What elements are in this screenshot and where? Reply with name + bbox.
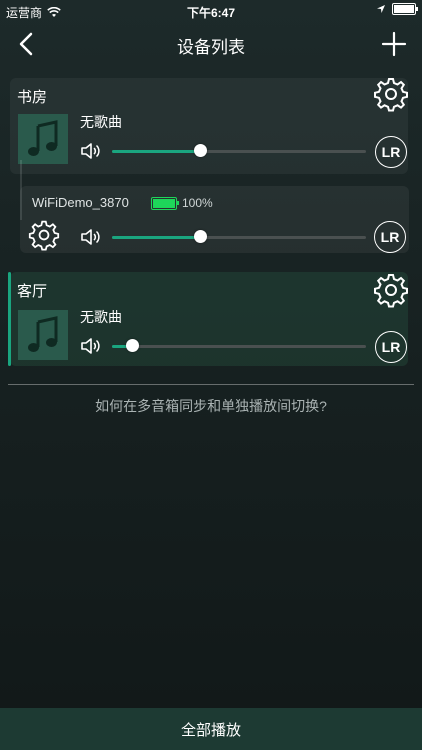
divider xyxy=(8,384,414,385)
device-volume-slider-fill xyxy=(112,236,201,239)
device-name: WiFiDemo_3870 xyxy=(32,195,129,210)
device-battery-percent: 100% xyxy=(182,196,213,210)
status-time: 下午6:47 xyxy=(186,6,236,20)
status-bar: 运营商 下午6:47 xyxy=(0,0,422,22)
volume-slider-knob[interactable] xyxy=(125,339,139,352)
song-title: 无歌曲 xyxy=(80,309,122,325)
device-row[interactable]: WiFiDemo_3870 100% LR xyxy=(20,186,409,253)
volume-slider-fill xyxy=(112,150,201,153)
page-title: 设备列表 xyxy=(177,38,245,57)
song-title: 无歌曲 xyxy=(80,114,122,130)
volume-speaker-icon[interactable] xyxy=(80,336,104,356)
room-name: 客厅 xyxy=(17,283,48,300)
volume-slider-knob[interactable] xyxy=(194,144,208,157)
device-volume-slider[interactable] xyxy=(112,230,366,244)
sync-help-link[interactable]: 如何在多音箱同步和单独播放间切换? xyxy=(0,396,422,416)
channel-lr-button[interactable]: LR xyxy=(375,331,407,363)
nav-bar: 设备列表 xyxy=(0,22,422,66)
volume-slider[interactable] xyxy=(112,144,366,158)
device-settings-gear-icon[interactable] xyxy=(28,219,60,251)
device-volume-speaker-icon[interactable] xyxy=(80,227,104,247)
channel-lr-button[interactable]: LR xyxy=(375,136,407,168)
settings-gear-icon[interactable] xyxy=(373,272,409,308)
album-art xyxy=(18,310,68,360)
album-art xyxy=(18,114,68,164)
room-name: 书房 xyxy=(17,89,48,106)
settings-gear-icon[interactable] xyxy=(373,76,409,112)
battery-icon xyxy=(392,3,418,15)
play-all-button[interactable]: 全部播放 xyxy=(0,708,422,750)
device-battery-icon xyxy=(151,197,179,210)
volume-slider[interactable] xyxy=(112,339,366,353)
active-indicator-bar xyxy=(8,272,11,366)
music-note-icon xyxy=(28,120,58,156)
add-plus-icon[interactable] xyxy=(380,30,408,58)
music-note-icon xyxy=(28,316,58,352)
room-card-study[interactable]: 书房 无歌曲 LR xyxy=(10,78,408,174)
device-volume-slider-knob[interactable] xyxy=(194,230,208,243)
room-card-living[interactable]: 客厅 无歌曲 LR xyxy=(8,272,409,366)
device-channel-lr-button[interactable]: LR xyxy=(374,221,406,253)
location-arrow-icon xyxy=(377,5,385,13)
volume-speaker-icon[interactable] xyxy=(80,141,104,161)
